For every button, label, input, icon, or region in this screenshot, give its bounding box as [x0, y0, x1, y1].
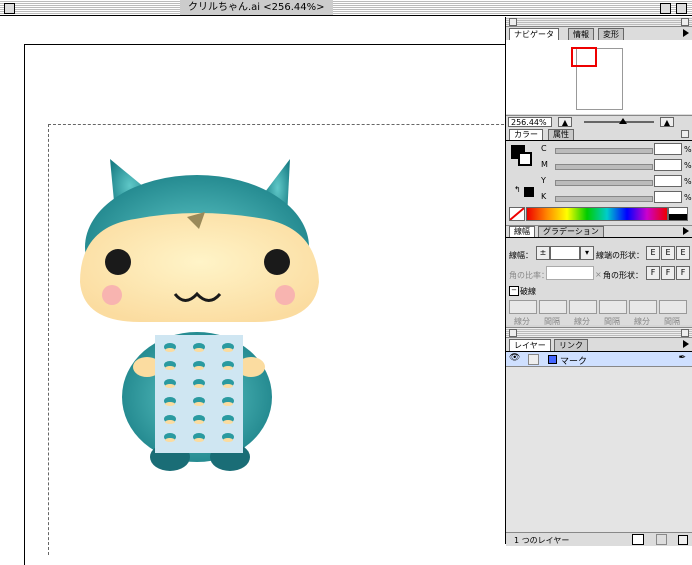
close-icon[interactable]: [509, 329, 517, 337]
tab-transform[interactable]: 変形: [598, 28, 624, 40]
gap-label: 間隔: [544, 317, 560, 326]
layer-count: 1 つのレイヤー: [514, 536, 570, 545]
gap-field[interactable]: [599, 300, 627, 314]
weight-field[interactable]: [550, 246, 580, 260]
dash-field[interactable]: [629, 300, 657, 314]
close-icon[interactable]: [509, 18, 517, 26]
kuriru-character-artwork[interactable]: [75, 157, 325, 477]
weight-stepper[interactable]: ±: [536, 246, 550, 260]
color-channel-k: K%: [541, 191, 692, 203]
tab-info[interactable]: 情報: [568, 28, 594, 40]
k-slider[interactable]: [555, 196, 653, 202]
weight-dropdown-icon[interactable]: ▾: [580, 246, 594, 260]
m-slider[interactable]: [555, 164, 653, 170]
navigator-view-box[interactable]: [571, 47, 597, 67]
panel-title-bar[interactable]: [506, 328, 692, 338]
stroke-panel: 線幅 グラデーション 線幅： ± ▾ 線端の形状： E E E 角の比率： × …: [506, 225, 692, 326]
dashed-line-label: 破線: [520, 287, 536, 296]
tab-gradient[interactable]: グラデーション: [538, 226, 604, 237]
dashed-line-checkbox[interactable]: −: [509, 286, 519, 296]
color-spectrum-ramp[interactable]: [526, 207, 668, 221]
palette-menu-icon[interactable]: [683, 29, 689, 37]
color-channel-c: C%: [541, 143, 692, 155]
dash-field[interactable]: [509, 300, 537, 314]
tab-navigator[interactable]: ナビゲータ: [509, 28, 559, 40]
layer-row[interactable]: 👁 マーク ✒: [506, 352, 692, 367]
stroke-weight-label: 線幅：: [509, 251, 533, 260]
window-title: クリルちゃん.ai <256.44%>: [180, 0, 333, 15]
panel-title-bar[interactable]: [506, 17, 692, 27]
target-icon[interactable]: ✒: [678, 353, 686, 363]
tab-attributes[interactable]: 属性: [548, 129, 574, 140]
gap-field[interactable]: [659, 300, 687, 314]
swap-colors-icon[interactable]: ↰: [514, 185, 521, 194]
gap-field[interactable]: [539, 300, 567, 314]
round-join-icon[interactable]: F: [661, 266, 675, 280]
zoom-value-field[interactable]: 256.44%: [508, 117, 552, 127]
layer-color-swatch: [548, 355, 557, 364]
stroke-swatch[interactable]: [518, 152, 532, 166]
palette-menu-icon[interactable]: [683, 227, 689, 235]
layers-panel: レイヤー リンク 👁 マーク ✒ 1 つのレイヤー: [506, 327, 692, 546]
dash-label: 線分: [634, 317, 650, 326]
palette-column: ナビゲータ 情報 変形 256.44% ▲ ▲ カラー 属性 ↰ C% M% Y…: [505, 17, 692, 546]
butt-cap-icon[interactable]: E: [646, 246, 660, 260]
cap-label: 線端の形状：: [596, 251, 644, 260]
dash-label: 線分: [514, 317, 530, 326]
miter-join-icon[interactable]: F: [646, 266, 660, 280]
new-layer-icon[interactable]: [632, 534, 644, 545]
left-cheek: [102, 285, 122, 305]
zoom-slider[interactable]: [584, 118, 654, 124]
collapse-icon[interactable]: [681, 329, 689, 337]
m-value-field[interactable]: [654, 159, 682, 171]
miter-x-label: ×: [595, 270, 602, 279]
none-swatch[interactable]: [509, 207, 525, 221]
y-slider[interactable]: [555, 180, 653, 186]
dash-field[interactable]: [569, 300, 597, 314]
navigator-panel: ナビゲータ 情報 変形 256.44% ▲ ▲: [506, 17, 692, 129]
navigator-preview[interactable]: [506, 40, 692, 114]
zoom-box[interactable]: [660, 3, 671, 14]
collapse-icon[interactable]: [681, 130, 689, 138]
bevel-join-icon[interactable]: F: [676, 266, 690, 280]
y-value-field[interactable]: [654, 175, 682, 187]
join-label: 角の形状：: [603, 271, 643, 280]
palette-menu-icon[interactable]: [683, 340, 689, 348]
document-canvas[interactable]: [0, 17, 519, 565]
navigator-zoom-bar: 256.44% ▲ ▲: [506, 115, 692, 129]
gap-label: 間隔: [664, 317, 680, 326]
dash-label: 線分: [574, 317, 590, 326]
color-channel-y: Y%: [541, 175, 692, 187]
left-eye: [105, 249, 131, 275]
layer-list: 👁 マーク ✒: [506, 352, 692, 532]
default-colors-icon[interactable]: [524, 187, 534, 197]
close-box[interactable]: [4, 3, 15, 14]
round-cap-icon[interactable]: E: [661, 246, 675, 260]
window-title-bar[interactable]: クリルちゃん.ai <256.44%>: [0, 0, 692, 16]
c-slider[interactable]: [555, 148, 653, 154]
miter-field[interactable]: [546, 266, 594, 280]
c-value-field[interactable]: [654, 143, 682, 155]
eye-icon[interactable]: 👁: [509, 353, 520, 363]
tab-color[interactable]: カラー: [509, 129, 543, 140]
color-channel-m: M%: [541, 159, 692, 171]
trash-icon[interactable]: [656, 534, 667, 545]
zoom-out-icon[interactable]: ▲: [558, 117, 572, 127]
projecting-cap-icon[interactable]: E: [676, 246, 690, 260]
collapse-icon[interactable]: [681, 18, 689, 26]
collapse-box[interactable]: [676, 3, 687, 14]
zoom-slider-thumb[interactable]: [619, 118, 627, 124]
gap-label: 間隔: [604, 317, 620, 326]
black-white-ramp[interactable]: [668, 207, 688, 221]
right-cheek: [275, 285, 295, 305]
layer-name[interactable]: マーク: [560, 354, 587, 367]
k-value-field[interactable]: [654, 191, 682, 203]
right-eye: [264, 249, 290, 275]
tab-layers[interactable]: レイヤー: [509, 339, 551, 351]
miter-label: 角の比率：: [509, 271, 549, 280]
tab-stroke[interactable]: 線幅: [509, 226, 535, 237]
tab-links[interactable]: リンク: [554, 339, 588, 351]
lock-toggle[interactable]: [528, 354, 539, 365]
zoom-in-icon[interactable]: ▲: [660, 117, 674, 127]
